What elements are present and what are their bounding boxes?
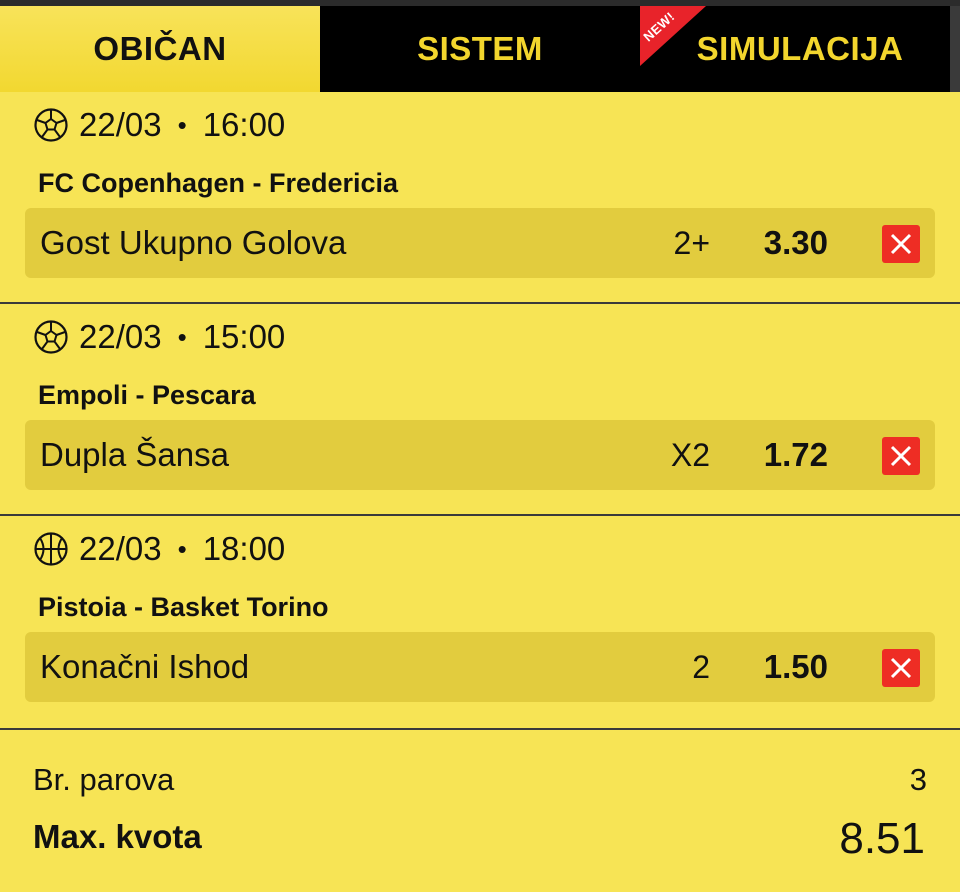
max-odd-label: Max. kvota [33,818,202,855]
pairs-count-label: Br. parova [33,762,175,797]
match-time: 18:00 [202,530,286,567]
pick-market: Dupla Šansa [40,436,229,473]
match-teams: Pistoia - Basket Torino [38,592,329,622]
match-teams: FC Copenhagen - Fredericia [38,168,399,198]
pick-market: Gost Ukupno Golova [40,224,347,261]
pick-row: Dupla Šansa X2 1.72 [25,420,935,490]
match-header: 22/03 • 16:00 [33,106,285,144]
tab-obican[interactable]: OBIČAN [0,6,320,92]
match-teams: Empoli - Pescara [38,380,256,410]
pick-market: Konačni Ishod [40,648,250,685]
pairs-count-value: 3 [909,762,927,797]
pick-row: Gost Ukupno Golova 2+ 3.30 [25,208,935,278]
ticket-summary: Br. parova 3 Max. kvota 8.51 [0,730,960,892]
scrollbar[interactable] [950,6,960,92]
pick-odd: 1.72 [763,436,828,473]
match-header: 22/03 • 18:00 [33,530,285,568]
pick-selection: X2 [670,437,710,473]
separator-dot: • [177,321,187,352]
pick-selection: 2 [692,649,710,685]
match-date: 22/03 [79,318,162,355]
close-icon [890,445,912,467]
tab-obican-label: OBIČAN [93,30,227,67]
close-icon [890,657,912,679]
football-icon [34,320,68,354]
match-item: 22/03 • 15:00 Empoli - Pescara Dupla Šan… [0,304,960,516]
match-date: 22/03 [79,530,162,567]
new-badge: NEW! [640,6,706,66]
separator-dot: • [177,533,187,564]
remove-pick-button[interactable] [882,225,920,263]
match-header: 22/03 • 15:00 [33,318,285,356]
match-time: 16:00 [202,106,286,143]
remove-pick-button[interactable] [882,649,920,687]
pick-odd: 3.30 [763,224,828,261]
match-item: 22/03 • 18:00 Pistoia - Basket Torino Ko… [0,516,960,730]
tab-simulacija[interactable]: NEW! SIMULACIJA [640,6,950,92]
match-date: 22/03 [79,106,162,143]
match-item: 22/03 • 16:00 FC Copenhagen - Fredericia… [0,92,960,304]
pick-selection: 2+ [673,225,710,261]
football-icon [34,108,68,142]
tab-simulacija-label: SIMULACIJA [696,30,904,67]
match-time: 15:00 [202,318,286,355]
max-odd-value: 8.51 [839,814,925,863]
pick-odd: 1.50 [763,648,828,685]
separator-dot: • [177,109,187,140]
tab-sistem[interactable]: SISTEM [320,6,640,92]
basketball-icon [34,532,68,566]
tab-sistem-label: SISTEM [417,30,543,67]
pick-row: Konačni Ishod 2 1.50 [25,632,935,702]
bet-type-tabs: OBIČAN SISTEM NEW! SIMULACIJA [0,6,950,92]
remove-pick-button[interactable] [882,437,920,475]
close-icon [890,233,912,255]
